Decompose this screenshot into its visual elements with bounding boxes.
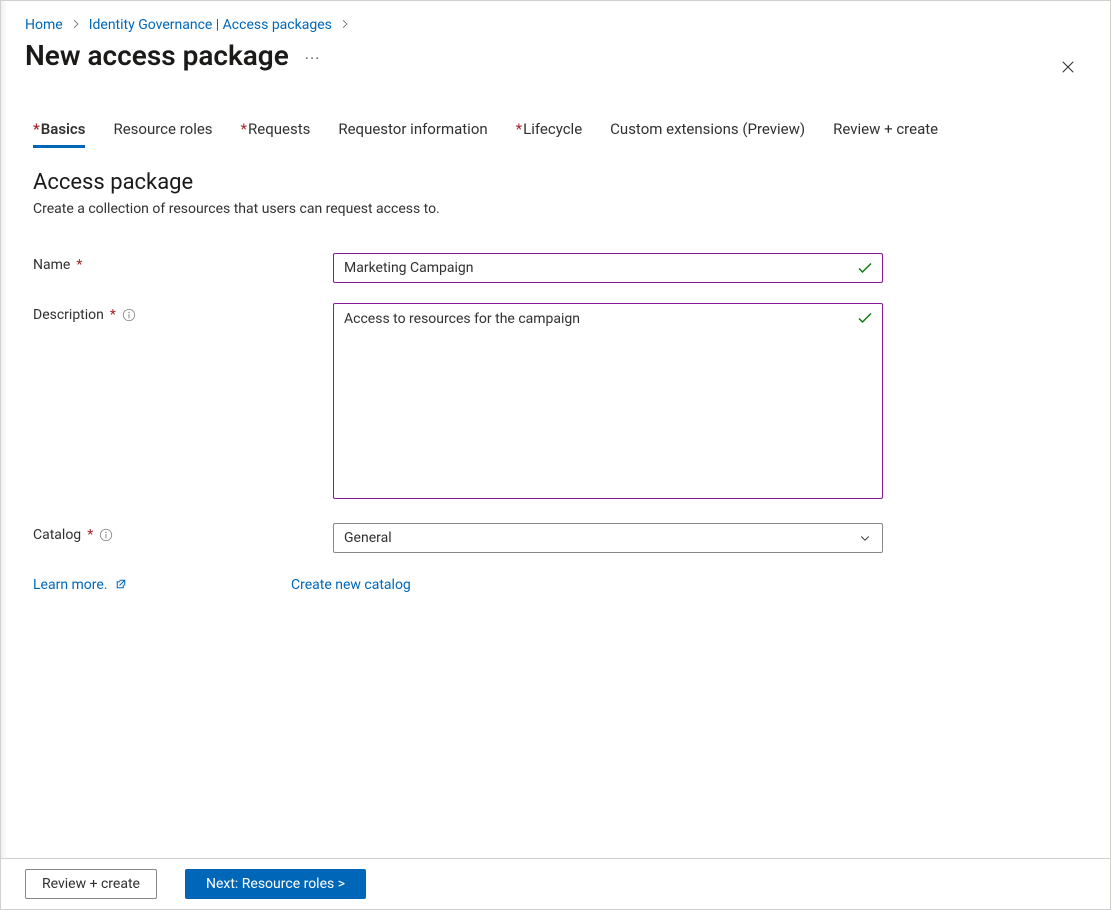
label-name: Name* [33,253,333,273]
page-title: New access package [25,39,289,72]
form-row-description: Description* [33,303,1086,503]
close-icon [1061,60,1075,74]
checkmark-icon [857,260,873,276]
learn-more-link[interactable]: Learn more. [33,577,127,593]
review-create-button[interactable]: Review + create [25,869,157,899]
external-link-icon [115,578,127,590]
tab-review-create[interactable]: Review + create [833,120,938,148]
tab-basics[interactable]: *Basics [33,120,85,148]
form-row-name: Name* [33,253,1086,283]
description-input[interactable] [333,303,883,499]
checkmark-icon [857,310,873,326]
create-new-catalog-link[interactable]: Create new catalog [291,577,411,593]
links-row: Learn more. Create new catalog [25,577,1086,593]
tab-resource-roles[interactable]: Resource roles [113,120,212,148]
name-input[interactable] [333,253,883,283]
more-actions-button[interactable]: ··· [305,43,321,68]
breadcrumb-identity-governance[interactable]: Identity Governance | Access packages [89,17,332,33]
label-description: Description* [33,303,333,323]
form-row-catalog: Catalog* General [33,523,1086,553]
section-header: Access package Create a collection of re… [25,170,1086,217]
tab-requestor-information[interactable]: Requestor information [338,120,487,148]
label-catalog: Catalog* [33,523,333,543]
footer: Review + create Next: Resource roles > [1,858,1110,909]
blade-content: Home Identity Governance | Access packag… [1,1,1110,593]
tab-requests[interactable]: *Requests [241,120,311,148]
title-row: New access package ··· [25,39,1086,72]
info-icon[interactable] [122,308,136,322]
chevron-right-icon [340,18,350,32]
tabs: *Basics Resource roles *Requests Request… [25,120,1086,148]
breadcrumb-home[interactable]: Home [25,17,63,33]
form: Name* Description* [25,253,1086,553]
close-button[interactable] [1054,53,1082,81]
info-icon[interactable] [99,528,113,542]
section-title: Access package [33,170,1086,195]
catalog-select[interactable]: General [333,523,883,553]
next-button[interactable]: Next: Resource roles > [185,869,366,899]
section-subtitle: Create a collection of resources that us… [33,201,1086,217]
chevron-right-icon [71,18,81,32]
breadcrumb: Home Identity Governance | Access packag… [25,17,1086,33]
blade-panel: Home Identity Governance | Access packag… [0,0,1111,910]
tab-custom-extensions[interactable]: Custom extensions (Preview) [610,120,805,148]
tab-lifecycle[interactable]: *Lifecycle [516,120,583,148]
